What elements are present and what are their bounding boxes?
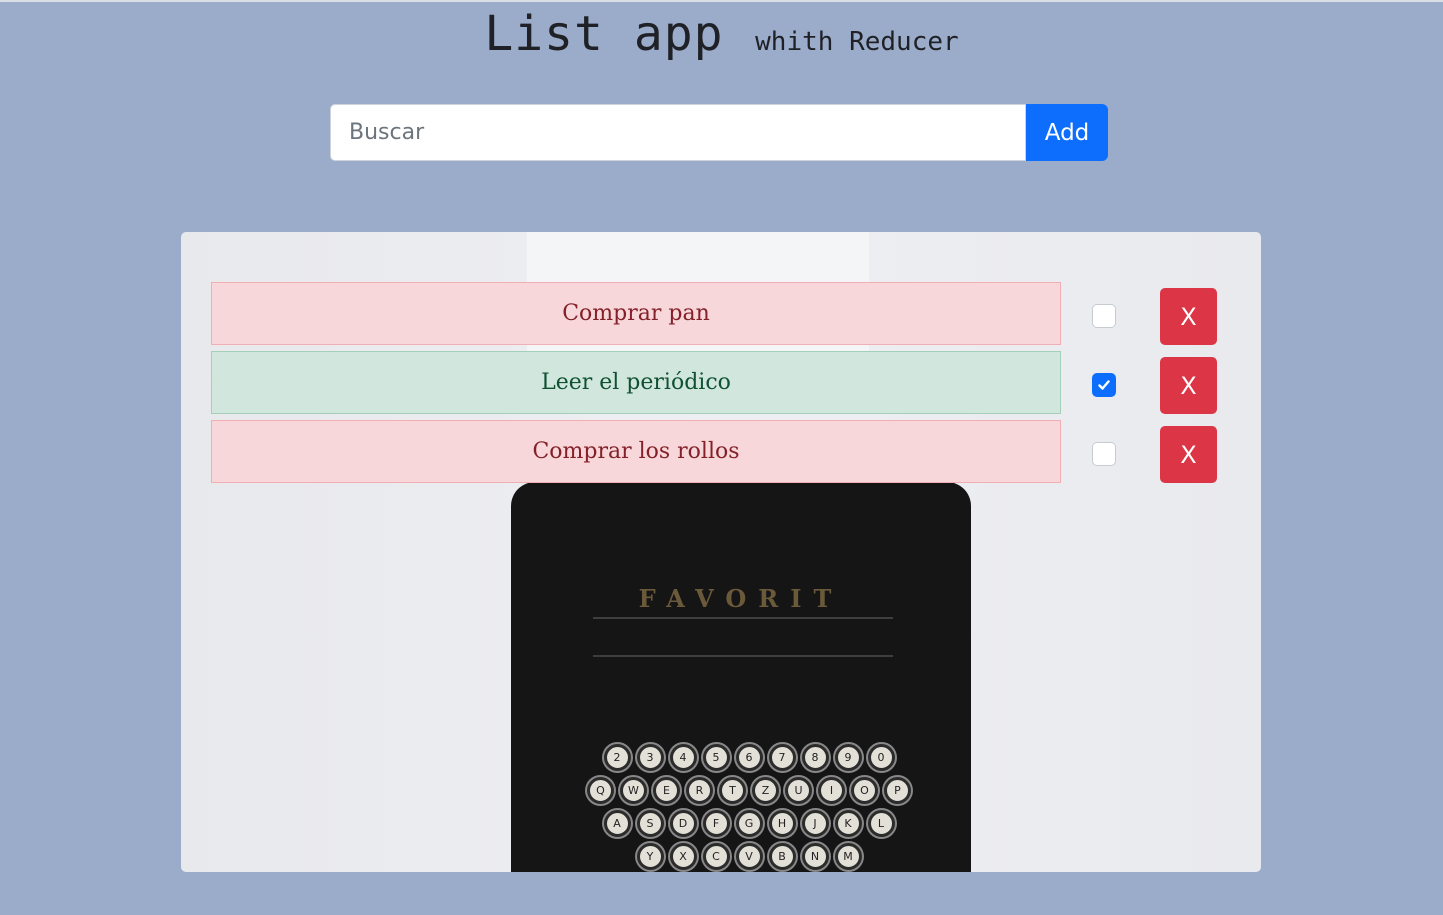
page-subtitle: whith Reducer [755,27,959,57]
typewriter-key: 2 [603,744,631,771]
typewriter-key: N [801,843,829,870]
typewriter-key: G [735,810,763,837]
typewriter-key: F [702,810,730,837]
todo-checkbox[interactable] [1092,442,1116,466]
typewriter-key: 3 [636,744,664,771]
typewriter-key: Y [636,843,664,870]
typewriter-key: 5 [702,744,730,771]
typewriter-emblem [593,617,893,657]
typewriter-key: H [768,810,796,837]
typewriter-key: 8 [801,744,829,771]
typewriter-key: 0 [867,744,895,771]
typewriter-key: O [851,777,878,804]
todo-item: Comprar pan [211,282,1061,345]
delete-button[interactable]: X [1160,357,1217,414]
typewriter-key: J [801,810,829,837]
typewriter-key: C [702,843,730,870]
delete-button[interactable]: X [1160,288,1217,345]
typewriter-key: X [669,843,697,870]
todo-text: Comprar los rollos [532,439,740,464]
typewriter-key: R [686,777,713,804]
typewriter-key: L [867,810,895,837]
typewriter-key: 6 [735,744,763,771]
todo-card: FAVORIT 2 3 4 5 6 7 8 9 0 Q W E R T Z U [181,232,1261,872]
typewriter-key: V [735,843,763,870]
typewriter-key: P [884,777,911,804]
typewriter-key: Q [587,777,614,804]
typewriter-key: K [834,810,862,837]
typewriter-key: E [653,777,680,804]
add-button[interactable]: Add [1026,104,1108,161]
typewriter-key: B [768,843,796,870]
typewriter-key: S [636,810,664,837]
typewriter-brand: FAVORIT [638,584,844,613]
typewriter-key: A [603,810,631,837]
typewriter-key: 4 [669,744,697,771]
todo-text: Comprar pan [562,301,710,326]
delete-button[interactable]: X [1160,426,1217,483]
todo-item: Leer el periódico [211,351,1061,414]
todo-item: Comprar los rollos [211,420,1061,483]
todo-checkbox[interactable] [1092,304,1116,328]
typewriter-key: Z [752,777,779,804]
search-input[interactable] [330,104,1026,161]
typewriter-key: 7 [768,744,796,771]
typewriter-key: W [620,777,647,804]
typewriter-key: D [669,810,697,837]
search-bar: Add [330,104,1108,162]
typewriter-key: 9 [834,744,862,771]
todo-checkbox[interactable] [1092,373,1116,397]
page-title: List app [484,6,724,62]
typewriter-key: I [818,777,845,804]
typewriter-key: T [719,777,746,804]
typewriter-key: U [785,777,812,804]
todo-text: Leer el periódico [541,370,731,395]
typewriter-keys: 2 3 4 5 6 7 8 9 0 Q W E R T Z U I O P A … [549,744,949,872]
page-title-group: List app whith Reducer [0,6,1443,62]
typewriter-key: M [834,843,862,870]
checkmark-icon [1098,380,1110,390]
